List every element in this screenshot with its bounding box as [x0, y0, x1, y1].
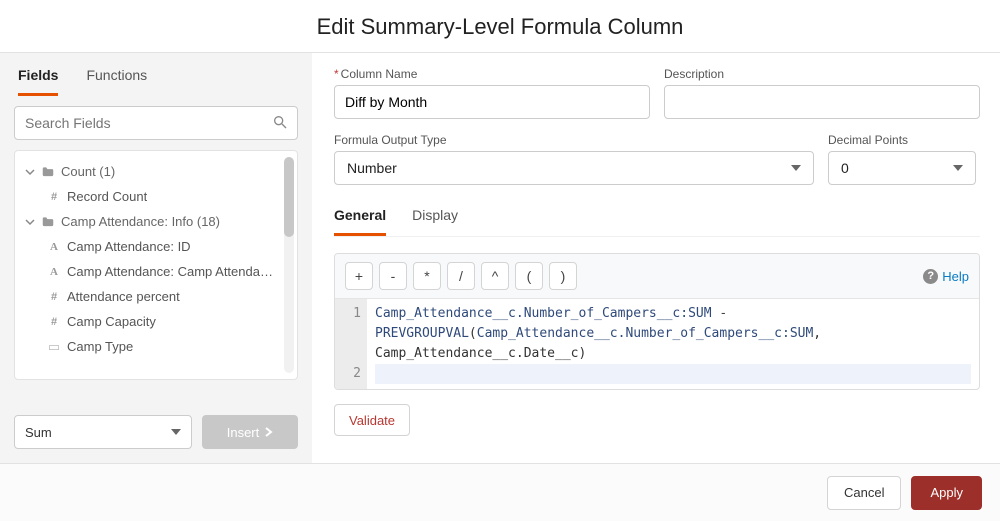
- tree-item-label: Attendance percent: [67, 289, 180, 304]
- tree-item-label: Camp Type: [67, 339, 133, 354]
- tree-group[interactable]: Count (1): [15, 159, 297, 184]
- help-link[interactable]: ? Help: [923, 269, 969, 284]
- tree-item-label: Camp Attendance: ID: [67, 239, 191, 254]
- aggregate-select-value: Sum: [25, 425, 52, 440]
- text-field-icon: [47, 265, 61, 279]
- tree-item[interactable]: Camp Capacity: [15, 309, 297, 334]
- output-type-select[interactable]: Number: [334, 151, 814, 185]
- chevron-down-icon: [25, 217, 35, 227]
- chevron-down-icon: [171, 429, 181, 435]
- op-mult-button[interactable]: *: [413, 262, 441, 290]
- tree-item-label: Record Count: [67, 189, 147, 204]
- column-name-label: *Column Name: [334, 67, 650, 81]
- op-minus-button[interactable]: -: [379, 262, 407, 290]
- apply-button[interactable]: Apply: [911, 476, 982, 510]
- validate-button[interactable]: Validate: [334, 404, 410, 436]
- tree-item[interactable]: Camp Type: [15, 334, 297, 359]
- column-name-input[interactable]: [334, 85, 650, 119]
- tree-item-label: Camp Attendance: Camp Attendance: [67, 264, 279, 279]
- formula-editor-panel: *Column Name Description Formula Output …: [312, 53, 1000, 463]
- description-input[interactable]: [664, 85, 980, 119]
- cancel-button[interactable]: Cancel: [827, 476, 901, 510]
- formula-editor: + - * / ^ ( ) ? Help 1 2: [334, 253, 980, 390]
- formula-textarea[interactable]: Camp_Attendance__c.Number_of_Campers__c:…: [367, 299, 979, 389]
- tree-group-label: Count (1): [61, 164, 115, 179]
- picklist-field-icon: [47, 340, 61, 354]
- tab-display[interactable]: Display: [412, 207, 458, 236]
- chevron-down-icon: [791, 165, 801, 171]
- help-label: Help: [942, 269, 969, 284]
- chevron-right-icon: [265, 427, 273, 437]
- folder-icon: [41, 165, 55, 179]
- insert-button[interactable]: Insert: [202, 415, 298, 449]
- op-plus-button[interactable]: +: [345, 262, 373, 290]
- search-input[interactable]: [14, 106, 298, 140]
- op-lparen-button[interactable]: (: [515, 262, 543, 290]
- fields-panel: Fields Functions Count (1) R: [0, 53, 312, 463]
- tree-group-label: Camp Attendance: Info (18): [61, 214, 220, 229]
- tree-item[interactable]: Record Count: [15, 184, 297, 209]
- scrollbar-thumb[interactable]: [284, 157, 294, 237]
- tree-item[interactable]: Attendance percent: [15, 284, 297, 309]
- tree-item-label: Camp Capacity: [67, 314, 156, 329]
- tree-group[interactable]: Camp Attendance: Info (18): [15, 209, 297, 234]
- description-label: Description: [664, 67, 980, 81]
- decimal-value: 0: [841, 160, 849, 176]
- op-rparen-button[interactable]: ): [549, 262, 577, 290]
- number-field-icon: [47, 290, 61, 304]
- tab-fields[interactable]: Fields: [18, 67, 58, 96]
- page-title: Edit Summary-Level Formula Column: [0, 0, 1000, 52]
- chevron-down-icon: [25, 167, 35, 177]
- text-field-icon: [47, 240, 61, 254]
- output-type-value: Number: [347, 160, 397, 176]
- tab-general[interactable]: General: [334, 207, 386, 236]
- number-field-icon: [47, 315, 61, 329]
- aggregate-select[interactable]: Sum: [14, 415, 192, 449]
- folder-icon: [41, 215, 55, 229]
- insert-button-label: Insert: [227, 425, 260, 440]
- chevron-down-icon: [953, 165, 963, 171]
- op-div-button[interactable]: /: [447, 262, 475, 290]
- fields-tree[interactable]: Count (1) Record Count Camp Attendance: …: [14, 150, 298, 380]
- dialog-footer: Cancel Apply: [0, 463, 1000, 521]
- decimal-label: Decimal Points: [828, 133, 976, 147]
- tab-functions[interactable]: Functions: [86, 67, 147, 96]
- help-icon: ?: [923, 269, 938, 284]
- op-pow-button[interactable]: ^: [481, 262, 509, 290]
- number-field-icon: [47, 190, 61, 204]
- tree-item[interactable]: Camp Attendance: Camp Attendance: [15, 259, 297, 284]
- search-icon: [272, 114, 288, 130]
- output-type-label: Formula Output Type: [334, 133, 814, 147]
- tree-item[interactable]: Camp Attendance: ID: [15, 234, 297, 259]
- code-gutter: 1 2: [335, 299, 367, 389]
- decimal-select[interactable]: 0: [828, 151, 976, 185]
